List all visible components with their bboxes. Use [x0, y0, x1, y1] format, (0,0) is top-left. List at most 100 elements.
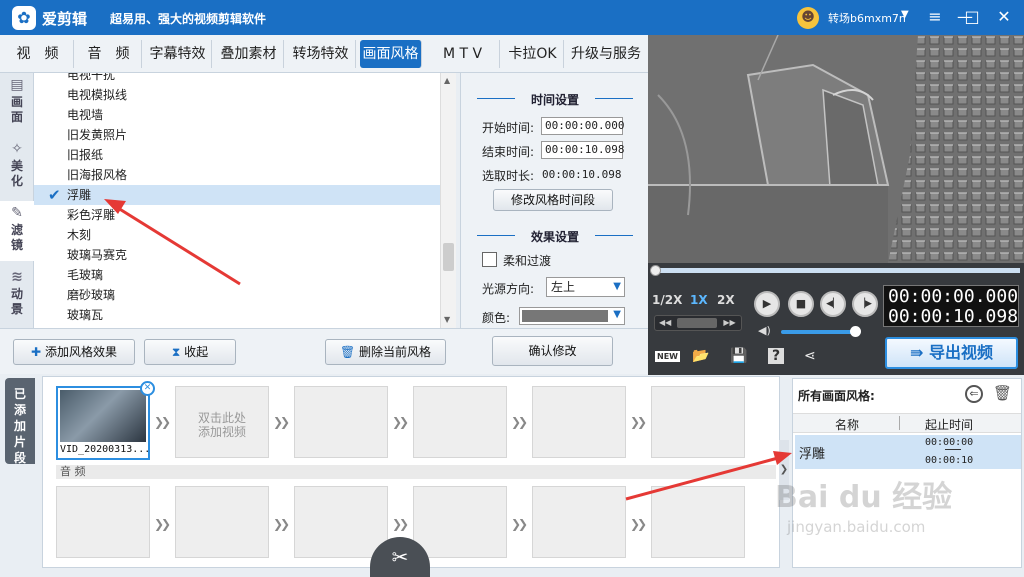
added-clips-tab[interactable]: 已添加片段 [5, 378, 35, 465]
chevron-down-icon: ▼ [613, 309, 621, 320]
start-time-input[interactable]: 00:00:00.000 [541, 117, 624, 135]
table-row[interactable]: 浮雕 00:00:00 00:00:10 [795, 435, 1021, 469]
tab-picture-style[interactable]: 画面风格 [360, 40, 422, 68]
current-time: 00:00:00.000 [888, 286, 1019, 307]
audio-slot[interactable] [294, 486, 388, 558]
add-style-effect-button[interactable]: ✚ 添加风格效果 [13, 339, 135, 365]
list-item[interactable]: 毛玻璃 [34, 265, 440, 285]
chevron-right-icon: ❯❯ [273, 517, 290, 531]
start-time-label: 开始时间: [482, 121, 535, 135]
time-separator [945, 449, 961, 450]
color-picker[interactable]: ▼ [519, 307, 625, 325]
list-item[interactable]: 磨砂玻璃 [34, 285, 440, 305]
list-item[interactable]: 玻璃瓦 [34, 305, 440, 325]
audio-slot[interactable] [175, 486, 269, 558]
progress-knob[interactable] [650, 265, 661, 276]
user-menu-caret-icon[interactable]: ▼ [901, 9, 909, 20]
list-item[interactable]: 木刻 [34, 225, 440, 245]
tab-mtv[interactable]: M T V [426, 40, 500, 68]
chevron-right-icon: ❯❯ [630, 415, 647, 429]
modify-style-time-button[interactable]: 修改风格时间段 [493, 189, 613, 211]
next-frame-button[interactable]: ▕▶ [852, 291, 878, 317]
scroll-down-icon[interactable]: ▼ [444, 315, 450, 324]
collapse-button[interactable]: ⧗ 收起 [144, 339, 236, 365]
jog-wheel-knob[interactable] [677, 317, 718, 328]
open-folder-icon[interactable]: 📂 [692, 348, 709, 364]
list-item[interactable]: 彩色浮雕 [34, 205, 440, 225]
tab-karaoke[interactable]: 卡拉OK [502, 40, 564, 68]
video-clip[interactable]: VID_20200313... ✕ [56, 381, 155, 460]
list-item[interactable]: 旧报纸 [34, 145, 440, 165]
tab-upgrade-service[interactable]: 升级与服务 [566, 40, 646, 68]
sidetab-filter[interactable]: ✎ 滤镜 [0, 201, 34, 261]
audio-slot[interactable] [413, 486, 507, 558]
playback-progress-bar[interactable] [650, 265, 1020, 276]
list-item[interactable]: 电视干扰 [34, 73, 440, 85]
user-avatar[interactable]: ☻ [797, 7, 819, 29]
sidetab-picture[interactable]: ▤ 画面 [0, 73, 34, 133]
sidetab-label: 动景 [11, 287, 24, 316]
scrollbar-thumb[interactable] [443, 243, 454, 271]
menu-icon[interactable]: ≡ [921, 4, 949, 30]
chevron-right-icon: ❯❯ [630, 517, 647, 531]
tab-overlay[interactable]: 叠加素材 [214, 40, 284, 68]
save-icon[interactable]: 💾 [730, 348, 747, 364]
close-button[interactable]: ✕ [990, 4, 1018, 30]
audio-slot[interactable] [56, 486, 150, 558]
add-video-slot[interactable]: 双击此处 添加视频 [175, 386, 269, 458]
audio-slot[interactable] [651, 486, 745, 558]
list-item[interactable]: 旧海报风格 [34, 165, 440, 185]
volume-icon[interactable]: ◀) [758, 324, 771, 337]
trash-icon[interactable]: 🗑 [993, 384, 1012, 402]
list-item[interactable]: 电视墙 [34, 105, 440, 125]
volume-slider[interactable] [781, 326, 861, 337]
jog-wheel[interactable]: ◀◀ ▶▶ [654, 315, 742, 331]
picture-icon: ▤ [10, 77, 24, 93]
video-slot[interactable] [413, 386, 507, 458]
remove-clip-icon[interactable]: ✕ [140, 381, 155, 396]
play-button[interactable]: ▶ [754, 291, 780, 317]
effect-list-scrollbar[interactable]: ▲ ▼ [440, 73, 456, 328]
light-direction-label: 光源方向: [482, 282, 535, 296]
back-icon[interactable]: ⇐ [965, 385, 983, 403]
tab-video[interactable]: 视 频 [2, 40, 74, 68]
fast-forward-icon[interactable]: ▶▶ [723, 318, 735, 327]
tab-transitions[interactable]: 转场特效 [286, 40, 356, 68]
confirm-modify-button[interactable]: 确认修改 [492, 336, 613, 366]
maximize-button[interactable]: □ [958, 4, 986, 30]
end-time-input[interactable]: 00:00:10.098 [541, 141, 624, 159]
rewind-icon[interactable]: ◀◀ [659, 318, 671, 327]
video-slot[interactable] [651, 386, 745, 458]
help-icon[interactable]: ? [768, 348, 784, 364]
checkmark-icon: ✔ [48, 186, 61, 204]
tab-audio[interactable]: 音 频 [76, 40, 142, 68]
stop-button[interactable]: ■ [788, 291, 814, 317]
video-slot[interactable] [532, 386, 626, 458]
speed-normal-button[interactable]: 1X [690, 293, 708, 307]
scroll-up-icon[interactable]: ▲ [444, 76, 450, 85]
video-slot[interactable] [294, 386, 388, 458]
list-item-selected[interactable]: ✔ 浮雕 [34, 185, 440, 205]
player-controls: 1/2X 1X 2X ◀◀ ▶▶ ▶ ■ ◀▏ ▕▶ 00:00:00.000 00… [648, 263, 1024, 375]
sidetab-motion[interactable]: ≋ 动景 [0, 265, 34, 325]
list-item[interactable]: 旧发黄照片 [34, 125, 440, 145]
speed-half-button[interactable]: 1/2X [652, 293, 682, 307]
previous-frame-button[interactable]: ◀▏ [820, 291, 846, 317]
soft-transition-checkbox[interactable] [482, 252, 497, 267]
export-video-button[interactable]: ⇛ 导出视频 [885, 337, 1018, 369]
list-item[interactable]: 玻璃马赛克 [34, 245, 440, 265]
sidetab-beautify[interactable]: ✧ 美化 [0, 137, 34, 197]
delete-current-style-button[interactable]: 🗑 删除当前风格 [325, 339, 446, 365]
share-icon[interactable]: ⋖ [804, 348, 816, 364]
video-preview[interactable] [648, 35, 1024, 263]
new-project-icon[interactable]: NEW [655, 351, 680, 362]
list-item[interactable]: 电视模拟线 [34, 85, 440, 105]
export-icon: ⇛ [910, 343, 924, 362]
speed-double-button[interactable]: 2X [717, 293, 735, 307]
tab-subtitle-effects[interactable]: 字幕特效 [144, 40, 212, 68]
app-logo-icon: ✿ [12, 6, 36, 30]
user-name[interactable]: 转场b6mxm7n [828, 10, 906, 26]
volume-knob[interactable] [850, 326, 861, 337]
light-direction-select[interactable]: 左上 ▼ [546, 277, 625, 297]
audio-slot[interactable] [532, 486, 626, 558]
